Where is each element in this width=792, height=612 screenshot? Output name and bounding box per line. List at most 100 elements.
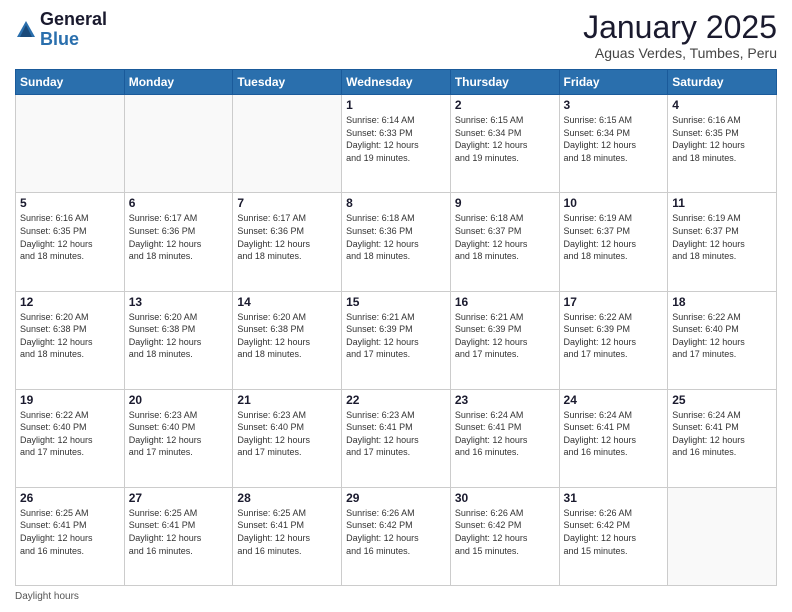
table-row: 23 Sunrise: 6:24 AM Sunset: 6:41 PM Dayli… — [450, 389, 559, 487]
day-number: 6 — [129, 196, 229, 210]
month-title: January 2025 — [583, 10, 777, 45]
day-info: Sunrise: 6:21 AM Sunset: 6:39 PM Dayligh… — [346, 311, 446, 361]
day-number: 21 — [237, 393, 337, 407]
header-friday: Friday — [559, 70, 668, 95]
day-info: Sunrise: 6:26 AM Sunset: 6:42 PM Dayligh… — [455, 507, 555, 557]
table-row: 11Sunrise: 6:19 AM Sunset: 6:37 PM Dayli… — [668, 193, 777, 291]
day-info: Sunrise: 6:14 AM Sunset: 6:33 PM Dayligh… — [346, 114, 446, 164]
day-info: Sunrise: 6:16 AM Sunset: 6:35 PM Dayligh… — [20, 212, 120, 262]
day-info: Sunrise: 6:16 AM Sunset: 6:35 PM Dayligh… — [672, 114, 772, 164]
calendar-page: General Blue January 2025 Aguas Verdes, … — [0, 0, 792, 612]
day-info: Sunrise: 6:15 AM Sunset: 6:34 PM Dayligh… — [564, 114, 664, 164]
day-number: 9 — [455, 196, 555, 210]
day-number: 3 — [564, 98, 664, 112]
table-row: 2 Sunrise: 6:15 AM Sunset: 6:34 PM Daylig… — [450, 95, 559, 193]
day-info: Sunrise: 6:18 AM Sunset: 6:36 PM Dayligh… — [346, 212, 446, 262]
day-info: Sunrise: 6:24 AM Sunset: 6:41 PM Dayligh… — [564, 409, 664, 459]
day-info: Sunrise: 6:26 AM Sunset: 6:42 PM Dayligh… — [346, 507, 446, 557]
table-row: 3 Sunrise: 6:15 AM Sunset: 6:34 PM Daylig… — [559, 95, 668, 193]
header-monday: Monday — [124, 70, 233, 95]
calendar-table: Sunday Monday Tuesday Wednesday Thursday… — [15, 69, 777, 586]
day-info: Sunrise: 6:22 AM Sunset: 6:40 PM Dayligh… — [672, 311, 772, 361]
table-row: 5 Sunrise: 6:16 AM Sunset: 6:35 PM Daylig… — [16, 193, 125, 291]
calendar-week-row: 12 Sunrise: 6:20 AM Sunset: 6:38 PM Dayli… — [16, 291, 777, 389]
day-info: Sunrise: 6:22 AM Sunset: 6:39 PM Dayligh… — [564, 311, 664, 361]
day-info: Sunrise: 6:26 AM Sunset: 6:42 PM Dayligh… — [564, 507, 664, 557]
calendar-week-row: 5 Sunrise: 6:16 AM Sunset: 6:35 PM Daylig… — [16, 193, 777, 291]
day-number: 27 — [129, 491, 229, 505]
table-row: 17Sunrise: 6:22 AM Sunset: 6:39 PM Dayli… — [559, 291, 668, 389]
day-number: 23 — [455, 393, 555, 407]
table-row: 4 Sunrise: 6:16 AM Sunset: 6:35 PM Daylig… — [668, 95, 777, 193]
header-sunday: Sunday — [16, 70, 125, 95]
day-info: Sunrise: 6:23 AM Sunset: 6:40 PM Dayligh… — [129, 409, 229, 459]
header-thursday: Thursday — [450, 70, 559, 95]
calendar-week-row: 1 Sunrise: 6:14 AM Sunset: 6:33 PM Daylig… — [16, 95, 777, 193]
logo-general: General — [40, 10, 107, 30]
day-number: 14 — [237, 295, 337, 309]
day-info: Sunrise: 6:23 AM Sunset: 6:40 PM Dayligh… — [237, 409, 337, 459]
day-info: Sunrise: 6:24 AM Sunset: 6:41 PM Dayligh… — [672, 409, 772, 459]
day-info: Sunrise: 6:19 AM Sunset: 6:37 PM Dayligh… — [672, 212, 772, 262]
day-info: Sunrise: 6:20 AM Sunset: 6:38 PM Dayligh… — [237, 311, 337, 361]
logo-text: General Blue — [40, 10, 107, 50]
header-tuesday: Tuesday — [233, 70, 342, 95]
table-row: 28 Sunrise: 6:25 AM Sunset: 6:41 PM Dayli… — [233, 487, 342, 585]
day-number: 24 — [564, 393, 664, 407]
day-info: Sunrise: 6:24 AM Sunset: 6:41 PM Dayligh… — [455, 409, 555, 459]
table-row: 29 Sunrise: 6:26 AM Sunset: 6:42 PM Dayli… — [342, 487, 451, 585]
day-info: Sunrise: 6:22 AM Sunset: 6:40 PM Dayligh… — [20, 409, 120, 459]
day-info: Sunrise: 6:17 AM Sunset: 6:36 PM Dayligh… — [237, 212, 337, 262]
day-number: 29 — [346, 491, 446, 505]
day-number: 20 — [129, 393, 229, 407]
day-number: 1 — [346, 98, 446, 112]
table-row: 7Sunrise: 6:17 AM Sunset: 6:36 PM Daylig… — [233, 193, 342, 291]
logo-blue: Blue — [40, 30, 107, 50]
day-info: Sunrise: 6:20 AM Sunset: 6:38 PM Dayligh… — [129, 311, 229, 361]
day-info: Sunrise: 6:23 AM Sunset: 6:41 PM Dayligh… — [346, 409, 446, 459]
day-number: 5 — [20, 196, 120, 210]
footer: Daylight hours — [15, 591, 777, 602]
table-row: 8 Sunrise: 6:18 AM Sunset: 6:36 PM Daylig… — [342, 193, 451, 291]
table-row: 21 Sunrise: 6:23 AM Sunset: 6:40 PM Dayli… — [233, 389, 342, 487]
header-wednesday: Wednesday — [342, 70, 451, 95]
day-info: Sunrise: 6:25 AM Sunset: 6:41 PM Dayligh… — [237, 507, 337, 557]
day-info: Sunrise: 6:18 AM Sunset: 6:37 PM Dayligh… — [455, 212, 555, 262]
table-row — [16, 95, 125, 193]
table-row: 30Sunrise: 6:26 AM Sunset: 6:42 PM Dayli… — [450, 487, 559, 585]
day-number: 28 — [237, 491, 337, 505]
day-info: Sunrise: 6:25 AM Sunset: 6:41 PM Dayligh… — [129, 507, 229, 557]
table-row: 27 Sunrise: 6:25 AM Sunset: 6:41 PM Dayli… — [124, 487, 233, 585]
table-row: 19 Sunrise: 6:22 AM Sunset: 6:40 PM Dayli… — [16, 389, 125, 487]
day-number: 19 — [20, 393, 120, 407]
day-number: 18 — [672, 295, 772, 309]
table-row: 10 Sunrise: 6:19 AM Sunset: 6:37 PM Dayli… — [559, 193, 668, 291]
table-row — [233, 95, 342, 193]
table-row: 13Sunrise: 6:20 AM Sunset: 6:38 PM Dayli… — [124, 291, 233, 389]
table-row: 12Sunrise: 6:20 AM Sunset: 6:38 PM Dayli… — [16, 291, 125, 389]
table-row: 9 Sunrise: 6:18 AM Sunset: 6:37 PM Daylig… — [450, 193, 559, 291]
day-number: 22 — [346, 393, 446, 407]
day-number: 4 — [672, 98, 772, 112]
calendar-header-row: Sunday Monday Tuesday Wednesday Thursday… — [16, 70, 777, 95]
day-number: 2 — [455, 98, 555, 112]
header-saturday: Saturday — [668, 70, 777, 95]
table-row: 22 Sunrise: 6:23 AM Sunset: 6:41 PM Dayli… — [342, 389, 451, 487]
day-number: 10 — [564, 196, 664, 210]
location: Aguas Verdes, Tumbes, Peru — [583, 45, 777, 61]
table-row — [668, 487, 777, 585]
day-info: Sunrise: 6:17 AM Sunset: 6:36 PM Dayligh… — [129, 212, 229, 262]
table-row: 18 Sunrise: 6:22 AM Sunset: 6:40 PM Dayli… — [668, 291, 777, 389]
title-section: January 2025 Aguas Verdes, Tumbes, Peru — [583, 10, 777, 61]
page-header: General Blue January 2025 Aguas Verdes, … — [15, 10, 777, 61]
day-number: 25 — [672, 393, 772, 407]
day-number: 12 — [20, 295, 120, 309]
table-row — [124, 95, 233, 193]
table-row: 26Sunrise: 6:25 AM Sunset: 6:41 PM Dayli… — [16, 487, 125, 585]
table-row: 20 Sunrise: 6:23 AM Sunset: 6:40 PM Dayli… — [124, 389, 233, 487]
day-number: 8 — [346, 196, 446, 210]
day-info: Sunrise: 6:19 AM Sunset: 6:37 PM Dayligh… — [564, 212, 664, 262]
day-info: Sunrise: 6:15 AM Sunset: 6:34 PM Dayligh… — [455, 114, 555, 164]
table-row: 31Sunrise: 6:26 AM Sunset: 6:42 PM Dayli… — [559, 487, 668, 585]
table-row: 1 Sunrise: 6:14 AM Sunset: 6:33 PM Daylig… — [342, 95, 451, 193]
